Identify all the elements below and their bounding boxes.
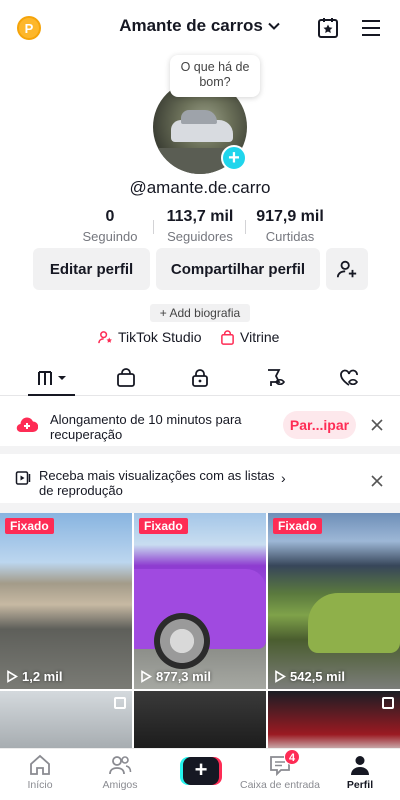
user-star-icon bbox=[98, 330, 112, 343]
bookmark-eye-icon bbox=[268, 369, 285, 386]
friends-icon bbox=[109, 756, 132, 775]
add-avatar-button[interactable]: + bbox=[221, 145, 247, 171]
edit-profile-button[interactable]: Editar perfil bbox=[33, 248, 150, 290]
video-thumbnail[interactable]: Fixado 542,5 mil bbox=[268, 513, 400, 689]
nav-friends[interactable]: Amigos bbox=[80, 753, 160, 791]
play-icon bbox=[275, 670, 286, 683]
tab-liked[interactable] bbox=[329, 366, 369, 390]
content-tabs bbox=[0, 362, 400, 396]
status-bubble[interactable]: O que há de bom? bbox=[170, 55, 260, 97]
account-switcher[interactable]: Amante de carros bbox=[119, 16, 281, 36]
profile-links: TikTok Studio Vitrine bbox=[0, 329, 400, 349]
multi-image-icon bbox=[382, 697, 394, 709]
inbox-badge: 4 bbox=[284, 749, 300, 765]
pinned-badge: Fixado bbox=[273, 518, 322, 534]
close-icon[interactable] bbox=[370, 474, 384, 488]
cloud-plus-icon bbox=[16, 417, 38, 433]
video-grid: Fixado 1,2 mil Fixado 877,3 mil Fixado 5… bbox=[0, 513, 400, 753]
pinned-badge: Fixado bbox=[139, 518, 188, 534]
shopping-bag-icon bbox=[221, 329, 234, 345]
calendar-star-icon[interactable] bbox=[316, 16, 340, 40]
create-button[interactable]: + bbox=[180, 757, 222, 785]
promo-banner: Alongamento de 10 minutos para recuperaç… bbox=[0, 406, 400, 446]
avatar-car-image bbox=[171, 110, 233, 142]
tab-videos[interactable] bbox=[32, 366, 72, 390]
nav-home[interactable]: Início bbox=[0, 753, 80, 791]
share-profile-button[interactable]: Compartilhar perfil bbox=[156, 248, 320, 290]
view-count: 1,2 mil bbox=[6, 669, 62, 684]
video-thumbnail[interactable] bbox=[0, 691, 132, 753]
video-thumbnail[interactable]: Fixado 877,3 mil bbox=[134, 513, 266, 689]
playlist-banner[interactable]: Receba mais visualizações com as listas … bbox=[0, 462, 400, 502]
bottom-nav: Início Amigos + Caixa de entrada 4 Perfi… bbox=[0, 748, 400, 800]
top-bar: P Amante de carros bbox=[0, 0, 400, 56]
nav-inbox[interactable]: Caixa de entrada bbox=[240, 753, 320, 791]
divider bbox=[0, 503, 400, 513]
add-friend-button[interactable] bbox=[326, 248, 368, 290]
active-tab-indicator bbox=[28, 394, 75, 396]
tiktok-studio-link[interactable]: TikTok Studio bbox=[98, 329, 202, 345]
play-icon bbox=[7, 670, 18, 683]
stat-likes[interactable]: 917,9 mil Curtidas bbox=[250, 208, 330, 244]
add-user-icon bbox=[336, 260, 357, 278]
tab-shop[interactable] bbox=[106, 366, 146, 390]
stat-followers[interactable]: 113,7 mil Seguidores bbox=[160, 208, 240, 244]
showcase-link[interactable]: Vitrine bbox=[220, 329, 279, 345]
multi-image-icon bbox=[114, 697, 126, 709]
page-title: Amante de carros bbox=[119, 16, 263, 35]
video-thumbnail[interactable] bbox=[268, 691, 400, 753]
profile-icon bbox=[351, 756, 369, 775]
profile-stats: 0 Seguindo 113,7 mil Seguidores 917,9 mi… bbox=[0, 208, 400, 246]
participate-button[interactable]: Par...ipar bbox=[283, 411, 356, 439]
playlist-icon bbox=[15, 471, 31, 485]
tab-reposts[interactable] bbox=[255, 366, 295, 390]
nav-profile[interactable]: Perfil bbox=[320, 753, 400, 791]
view-count: 542,5 mil bbox=[274, 669, 345, 684]
grid-filter-icon bbox=[38, 371, 66, 385]
pinned-badge: Fixado bbox=[5, 518, 54, 534]
bag-icon bbox=[117, 368, 135, 387]
chevron-right-icon: › bbox=[281, 470, 286, 486]
video-thumbnail[interactable]: Fixado 1,2 mil bbox=[0, 513, 132, 689]
add-bio-button[interactable]: + Add biografia bbox=[150, 304, 250, 322]
video-thumbnail[interactable] bbox=[134, 691, 266, 753]
tab-private[interactable] bbox=[180, 366, 220, 390]
home-icon bbox=[30, 754, 50, 775]
menu-icon[interactable] bbox=[359, 16, 383, 40]
chevron-down-icon bbox=[268, 22, 280, 30]
promo-text: Alongamento de 10 minutos para recuperaç… bbox=[50, 412, 242, 442]
divider bbox=[0, 446, 400, 454]
heart-eye-icon bbox=[340, 369, 358, 386]
username: @amante.de.carro bbox=[129, 178, 271, 197]
stat-following[interactable]: 0 Seguindo bbox=[80, 208, 140, 244]
plus-icon: + bbox=[183, 757, 219, 785]
playlist-text: Receba mais visualizações com as listas … bbox=[39, 468, 275, 498]
close-icon[interactable] bbox=[370, 418, 384, 432]
lock-icon bbox=[192, 369, 208, 387]
play-icon bbox=[141, 670, 152, 683]
view-count: 877,3 mil bbox=[140, 669, 211, 684]
